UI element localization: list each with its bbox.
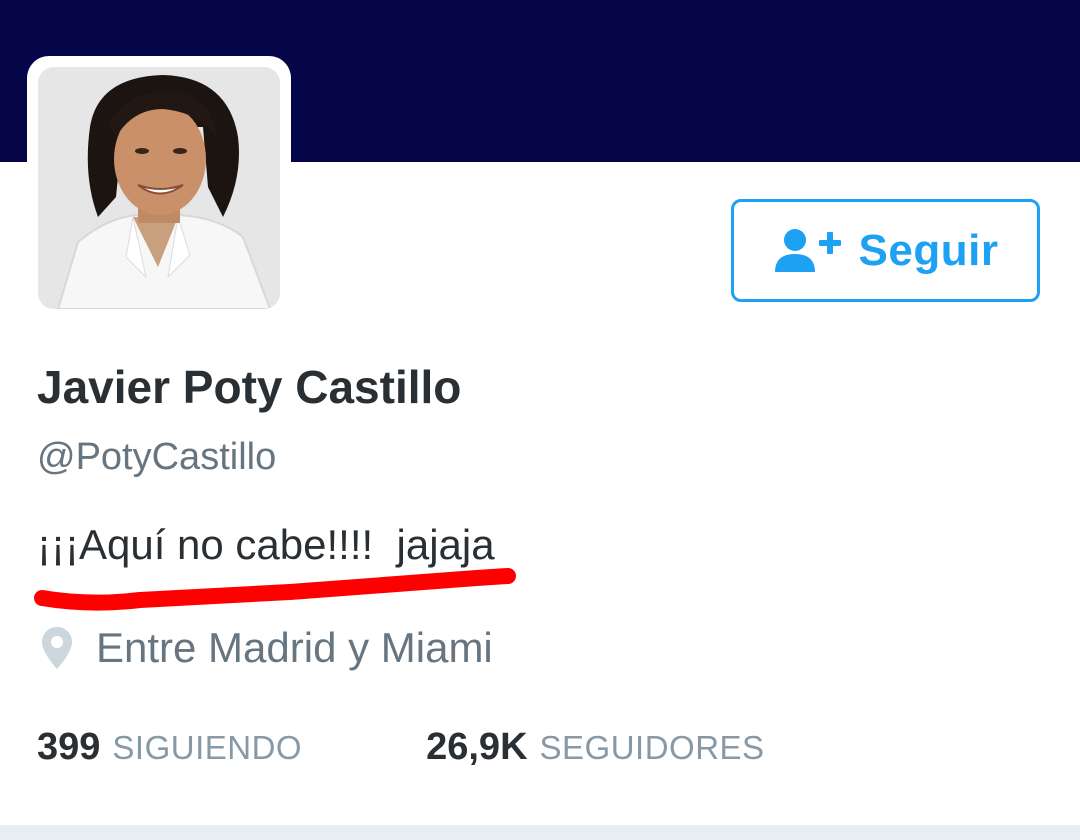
followers-label: SEGUIDORES <box>539 729 765 766</box>
profile-page: Seguir Javier Poty Castillo @PotyCastill… <box>0 0 1080 840</box>
avatar-frame <box>27 56 291 320</box>
map-pin-icon <box>42 627 72 669</box>
add-user-icon <box>774 228 841 272</box>
following-stat[interactable]: 399 SIGUIENDO <box>37 726 302 769</box>
avatar[interactable] <box>38 67 280 309</box>
profile-stats: 399 SIGUIENDO 26,9K SEGUIDORES <box>37 726 765 769</box>
followers-stat[interactable]: 26,9K SEGUIDORES <box>426 726 764 769</box>
red-underline-annotation <box>34 568 516 611</box>
section-divider <box>0 825 1080 840</box>
profile-handle: @PotyCastillo <box>37 436 277 478</box>
follow-button[interactable]: Seguir <box>731 199 1040 302</box>
profile-location: Entre Madrid y Miami <box>40 624 493 672</box>
following-label: SIGUIENDO <box>112 729 303 766</box>
following-count: 399 <box>37 726 101 768</box>
location-text: Entre Madrid y Miami <box>96 624 493 671</box>
profile-display-name: Javier Poty Castillo <box>37 361 462 413</box>
follow-button-label: Seguir <box>858 225 999 275</box>
avatar-photo <box>38 67 280 309</box>
followers-count: 26,9K <box>426 726 528 768</box>
